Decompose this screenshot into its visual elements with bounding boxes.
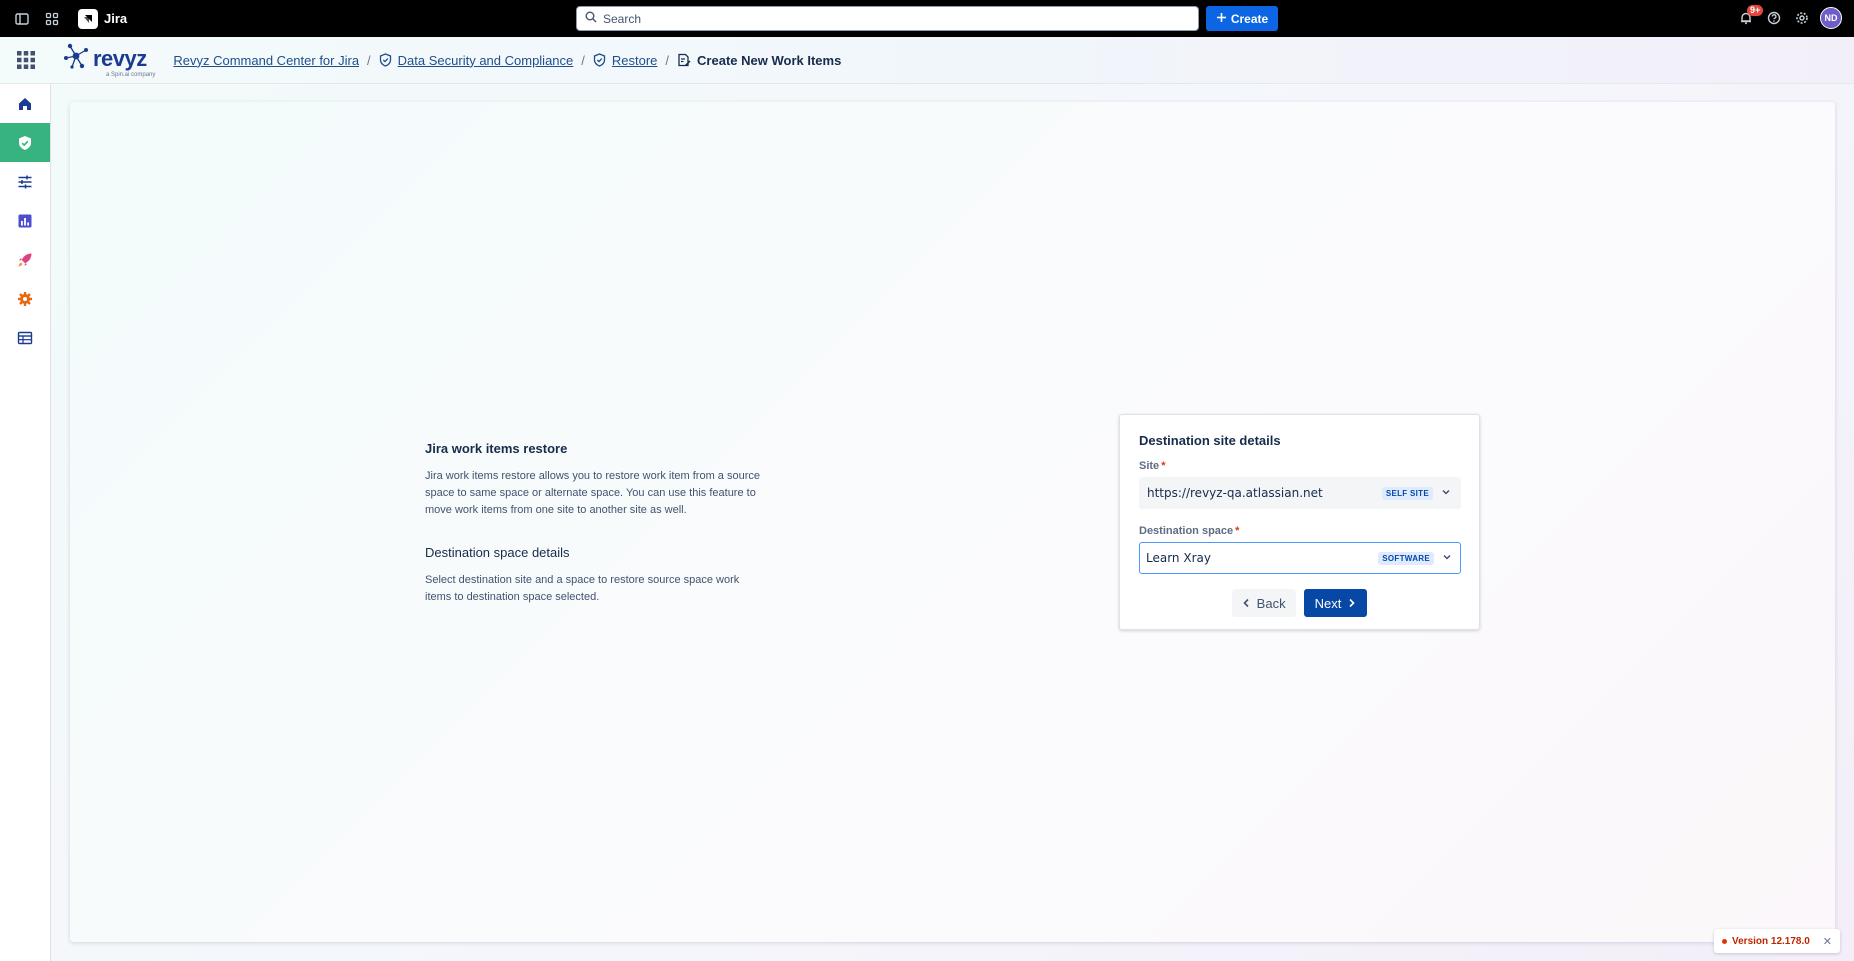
topbar-left: Jira <box>0 5 127 33</box>
next-button[interactable]: Next <box>1303 589 1368 617</box>
space-type-badge: SOFTWARE <box>1378 551 1434 565</box>
breadcrumb-separator: / <box>581 52 585 68</box>
sidebar-item-settings[interactable] <box>0 279 50 318</box>
breadcrumb-command-center[interactable]: Revyz Command Center for Jira <box>173 53 359 68</box>
settings-gear-icon[interactable] <box>1788 4 1816 32</box>
chevron-down-icon <box>1442 551 1452 565</box>
breadcrumb-data-security[interactable]: Data Security and Compliance <box>398 53 574 68</box>
plus-icon <box>1216 12 1227 26</box>
shield-icon <box>593 53 606 67</box>
destination-info-title: Destination space details <box>425 545 570 560</box>
shield-check-icon <box>19 135 31 150</box>
version-label: Version 12.178.0 <box>1732 935 1810 947</box>
user-avatar[interactable]: ND <box>1820 7 1842 29</box>
destination-info-description: Select destination site and a space to r… <box>425 574 740 603</box>
next-button-label: Next <box>1314 595 1342 611</box>
breadcrumb-separator: / <box>665 52 670 68</box>
revyz-network-icon <box>62 42 90 75</box>
create-button-label: Create <box>1230 11 1269 26</box>
home-icon <box>19 97 31 110</box>
restore-info-description: Jira work items restore allows you to re… <box>425 470 760 516</box>
space-field-label: Destination space * <box>1139 525 1240 537</box>
apps-grid-icon[interactable] <box>0 37 52 84</box>
back-button[interactable]: Back <box>1231 589 1296 617</box>
version-banner: Version 12.178.0 ✕ <box>1714 929 1840 953</box>
restore-info-title: Jira work items restore <box>425 441 568 456</box>
close-icon[interactable]: ✕ <box>1823 935 1832 948</box>
shield-icon <box>379 53 392 67</box>
bar-chart-icon <box>18 214 32 227</box>
breadcrumb: Revyz Command Center for Jira / Data Sec… <box>173 53 841 68</box>
site-select[interactable]: https://revyz-qa.atlassian.net SELF SITE <box>1139 477 1461 509</box>
sidebar-toggle-icon[interactable] <box>8 5 36 33</box>
form-actions: Back Next <box>1139 589 1460 617</box>
space-select-value: Learn Xray <box>1146 551 1211 565</box>
revyz-logo-subtext: a Spin.ai company <box>106 72 156 78</box>
jira-logo[interactable]: Jira <box>78 8 128 29</box>
status-dot-icon <box>1722 938 1727 944</box>
page-title: Create New Work Items <box>697 52 842 68</box>
notification-badge: 9+ <box>1747 5 1764 16</box>
revyz-logo[interactable]: revyz a Spin.ai company <box>62 42 155 78</box>
create-button[interactable]: Create <box>1206 6 1278 31</box>
search-placeholder: Search <box>603 11 642 26</box>
site-select-value: https://revyz-qa.atlassian.net <box>1147 486 1323 500</box>
sidebar-item-data-security[interactable] <box>0 123 50 162</box>
document-edit-icon <box>677 53 691 67</box>
sidebar-item-configuration[interactable] <box>0 162 50 201</box>
restore-info-section: Jira work items restore Jira work items … <box>425 441 765 606</box>
chevron-right-icon <box>1347 596 1356 611</box>
content-panel <box>70 102 1835 942</box>
app-switcher-icon[interactable] <box>38 5 66 33</box>
site-field-label: Site * <box>1139 460 1166 472</box>
chevron-left-icon <box>1242 596 1251 611</box>
revyz-logo-text: revyz <box>93 45 147 71</box>
top-navigation-bar: Jira Search Create 9+ ND <box>0 0 1854 37</box>
topbar-right: 9+ ND <box>1732 4 1842 32</box>
app-sidebar <box>0 84 51 961</box>
help-icon[interactable] <box>1760 4 1788 32</box>
form-title: Destination site details <box>1139 433 1281 448</box>
notifications-button[interactable]: 9+ <box>1732 4 1764 32</box>
breadcrumb-restore[interactable]: Restore <box>612 53 658 68</box>
jira-logo-icon <box>78 8 98 29</box>
jira-product-name: Jira <box>104 11 128 26</box>
destination-site-form: Destination site details Site * https://r… <box>1119 414 1480 630</box>
search-input[interactable]: Search <box>576 6 1199 31</box>
site-type-badge: SELF SITE <box>1381 486 1433 500</box>
back-button-label: Back <box>1256 595 1286 611</box>
breadcrumb-separator: / <box>367 52 371 68</box>
sidebar-item-getting-started[interactable] <box>0 240 50 279</box>
sidebar-item-home[interactable] <box>0 84 50 123</box>
gear-icon <box>18 291 32 306</box>
chevron-down-icon <box>1441 486 1451 500</box>
app-header: revyz a Spin.ai company Revyz Command Ce… <box>0 37 1854 84</box>
destination-space-select[interactable]: Learn Xray SOFTWARE <box>1139 542 1461 574</box>
sliders-icon <box>18 175 32 188</box>
sidebar-item-logs[interactable] <box>0 318 50 357</box>
sidebar-item-reports[interactable] <box>0 201 50 240</box>
search-icon <box>585 11 597 26</box>
rocket-icon <box>18 253 32 266</box>
table-icon <box>17 331 33 344</box>
